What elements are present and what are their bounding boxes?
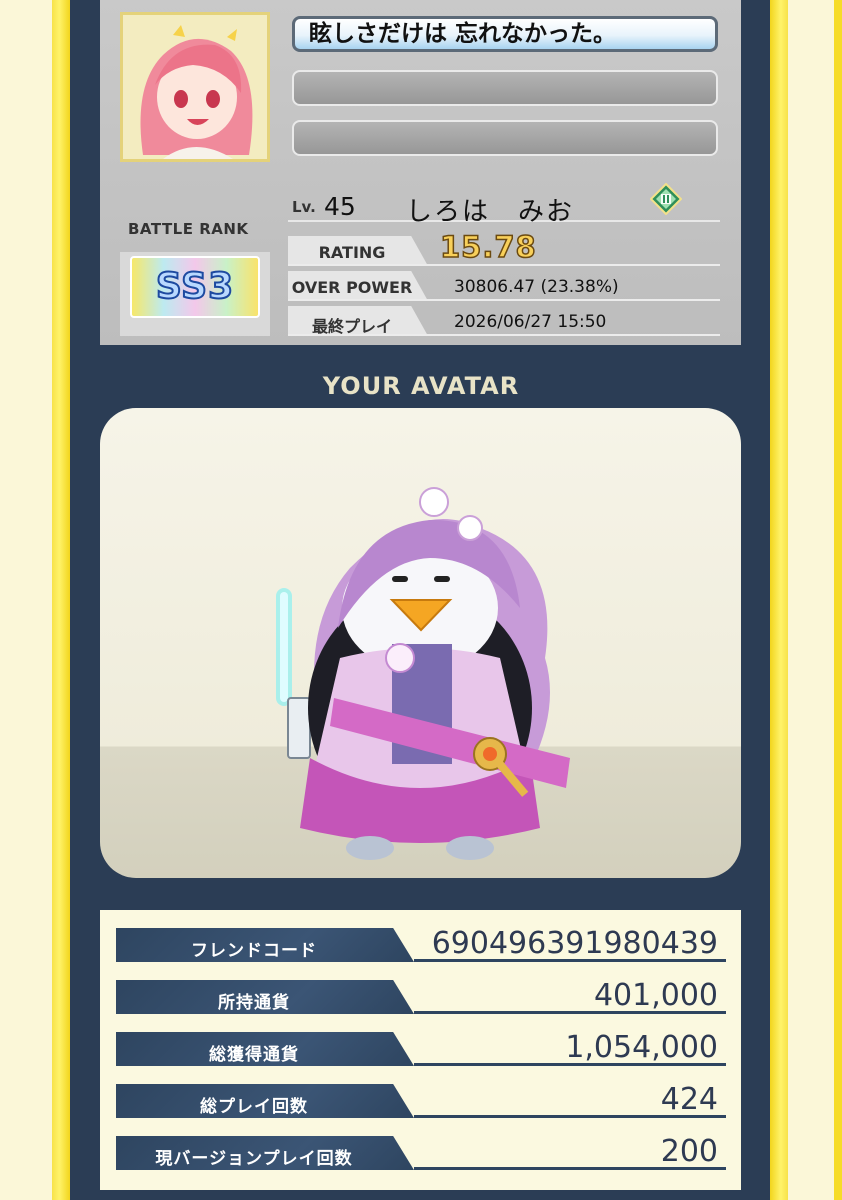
info-tag: 現バージョンプレイ回数 <box>116 1136 414 1170</box>
info-label: フレンドコード <box>191 941 317 961</box>
info-tag: 総獲得通貨 <box>116 1032 414 1066</box>
info-label: 所持通貨 <box>218 993 290 1013</box>
info-row-currency: 所持通貨 401,000 <box>116 978 726 1014</box>
rating-label: RATING <box>318 243 386 262</box>
info-row-total-currency: 総獲得通貨 1,054,000 <box>116 1030 726 1066</box>
info-value: 401,000 <box>593 978 718 1013</box>
over-power-row: OVER POWER 30806.47 (23.38%) <box>288 271 720 301</box>
info-underline <box>414 1063 726 1066</box>
info-row-version-plays: 現バージョンプレイ回数 200 <box>116 1134 726 1170</box>
comment-slot-empty <box>292 70 718 106</box>
over-power-label: OVER POWER <box>291 278 413 297</box>
info-row-friend-code: フレンドコード 690496391980439 <box>116 926 726 962</box>
info-value: 424 <box>660 1082 718 1117</box>
info-value: 1,054,000 <box>565 1030 718 1065</box>
battle-rank-value: SS3 <box>155 265 235 308</box>
frame-stripe <box>52 0 70 1200</box>
info-value: 200 <box>660 1134 718 1169</box>
info-underline <box>414 1115 726 1118</box>
frame-stripe <box>770 0 788 1200</box>
info-label: 総プレイ回数 <box>200 1097 308 1117</box>
character-portrait[interactable] <box>120 12 270 162</box>
frame-edge <box>834 0 842 1200</box>
info-label: 総獲得通貨 <box>209 1045 299 1065</box>
info-row-total-plays: 総プレイ回数 424 <box>116 1082 726 1118</box>
avatar-display[interactable] <box>100 408 741 878</box>
info-tag: フレンドコード <box>116 928 414 962</box>
comment-slot-empty <box>292 120 718 156</box>
info-value: 690496391980439 <box>431 926 718 961</box>
row-divider <box>288 299 720 301</box>
level-value: 45 <box>324 192 356 221</box>
info-tag: 所持通貨 <box>116 980 414 1014</box>
class-badge-icon <box>650 183 682 215</box>
last-play-tag: 最終プレイ <box>288 306 428 336</box>
over-power-tag: OVER POWER <box>288 271 428 301</box>
level-name-row: Lv. 45 しろは みお <box>288 183 720 227</box>
battle-rank-plate: SS3 <box>130 256 260 318</box>
penguin-avatar <box>276 487 570 860</box>
battle-rank-label: BATTLE RANK <box>128 220 249 238</box>
rating-tag: RATING <box>288 236 428 266</box>
over-power-value: 30806.47 (23.38%) <box>454 277 619 297</box>
row-divider <box>288 334 720 336</box>
rating-row: RATING 15.78 <box>288 229 720 266</box>
profile-comment: 眩しさだけは 忘れなかった。 <box>292 16 718 52</box>
last-play-value: 2026/06/27 15:50 <box>454 312 607 332</box>
info-underline <box>414 1011 726 1014</box>
battle-rank-box: SS3 <box>120 252 270 336</box>
last-play-row: 最終プレイ 2026/06/27 15:50 <box>288 306 720 336</box>
info-underline <box>414 1167 726 1170</box>
player-info-table: フレンドコード 690496391980439 所持通貨 401,000 総獲得… <box>100 910 741 1190</box>
portrait-image <box>123 15 267 159</box>
info-label: 現バージョンプレイ回数 <box>155 1149 353 1169</box>
info-underline <box>414 959 726 962</box>
info-tag: 総プレイ回数 <box>116 1084 414 1118</box>
rating-value: 15.78 <box>439 229 537 265</box>
avatar-section-title: YOUR AVATAR <box>322 372 520 400</box>
level-label: Lv. <box>292 198 316 216</box>
frame-right <box>770 0 842 1200</box>
frame-left <box>0 0 70 1200</box>
player-name: しろは みお <box>406 197 575 227</box>
row-divider <box>288 264 720 266</box>
